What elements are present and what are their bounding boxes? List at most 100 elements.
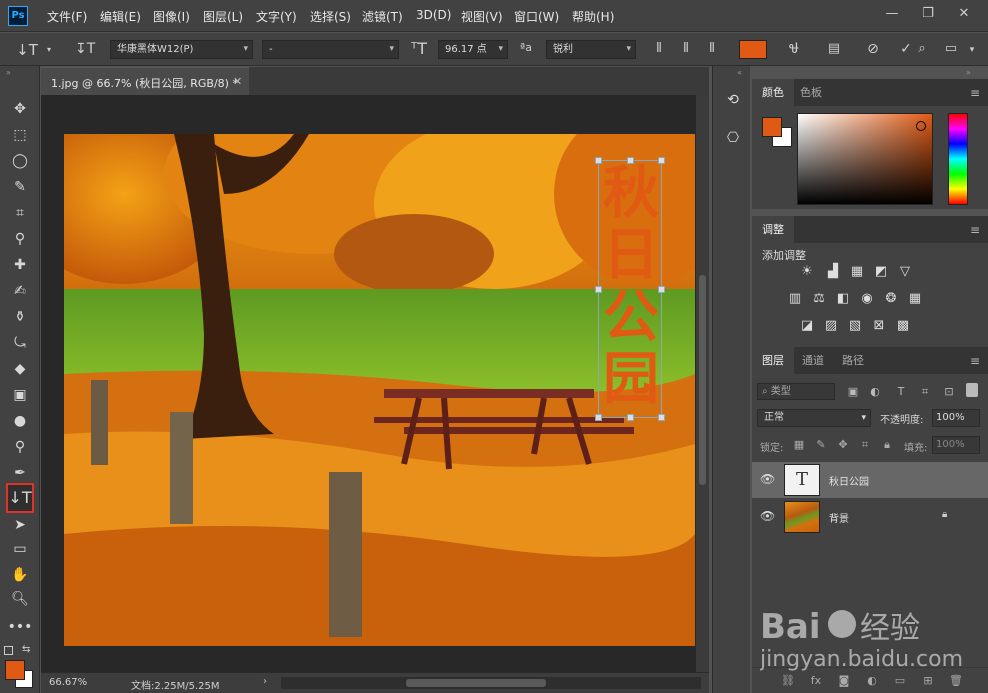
tab-adjustments[interactable]: 调整 bbox=[752, 216, 794, 243]
font-style-select[interactable]: - ▾ bbox=[262, 40, 399, 59]
chevron-down-icon[interactable]: ▾ bbox=[42, 45, 56, 54]
link-layers-icon[interactable]: ⛓ bbox=[780, 674, 796, 687]
levels-icon[interactable]: ▟ bbox=[824, 264, 842, 280]
text-bounding-box[interactable]: 秋 日 公 园 bbox=[595, 157, 665, 421]
filter-shape-icon[interactable]: ⌗ bbox=[916, 384, 934, 400]
eye-icon[interactable]: 👁︎ bbox=[760, 509, 776, 523]
commit-check-icon[interactable]: ✓ bbox=[897, 41, 915, 57]
pen-tool-icon[interactable]: ✒ bbox=[6, 462, 34, 484]
filter-adjustment-icon[interactable]: ◐ bbox=[866, 384, 884, 400]
vertical-type-tool-icon[interactable]: ↓T bbox=[6, 483, 34, 513]
cancel-icon[interactable]: ⊘ bbox=[864, 41, 882, 57]
filter-pixel-icon[interactable]: ▣ bbox=[844, 384, 862, 400]
clone-stamp-tool-icon[interactable]: ⚱ bbox=[6, 306, 34, 328]
properties-panel-icon[interactable]: ⎔ bbox=[723, 130, 743, 150]
channel-mixer-icon[interactable]: ❂ bbox=[882, 291, 900, 307]
menu-type[interactable]: 文字(Y) bbox=[256, 8, 297, 25]
marquee-tool-icon[interactable]: ⬚ bbox=[6, 124, 34, 146]
font-size-select[interactable]: 96.17 点 ▾ bbox=[438, 40, 508, 59]
chevron-right-icon[interactable]: › bbox=[263, 676, 267, 687]
transform-handle[interactable] bbox=[627, 414, 634, 421]
lock-pixels-icon[interactable]: ✎ bbox=[812, 437, 830, 453]
zoom-level[interactable]: 66.67% bbox=[49, 677, 87, 688]
zoom-tool-icon[interactable]: 🔍︎ bbox=[6, 588, 34, 610]
new-adjustment-icon[interactable]: ◐ bbox=[864, 674, 880, 687]
fill-input[interactable]: 100% bbox=[932, 436, 980, 454]
menu-edit[interactable]: 编辑(E) bbox=[100, 8, 141, 25]
workspace-icon[interactable]: ▭ bbox=[942, 41, 960, 56]
menu-3d[interactable]: 3D(D) bbox=[416, 8, 451, 22]
tab-channels[interactable]: 通道 bbox=[792, 347, 834, 374]
layer-name[interactable]: 背景 bbox=[829, 510, 849, 525]
gradient-map-icon[interactable]: ▩ bbox=[894, 318, 912, 334]
vertical-scrollbar[interactable] bbox=[696, 95, 709, 672]
filter-smart-object-icon[interactable]: ⊡ bbox=[940, 384, 958, 400]
layer-style-icon[interactable]: fx bbox=[808, 674, 824, 687]
autumn-park-photo[interactable]: 秋 日 公 园 bbox=[64, 134, 695, 646]
close-icon[interactable]: ✕ bbox=[950, 4, 978, 24]
collapse-icon[interactable]: » bbox=[966, 68, 971, 77]
color-balance-icon[interactable]: ⚖ bbox=[810, 291, 828, 307]
align-bottom-icon[interactable]: ⦀ bbox=[703, 41, 721, 56]
scrollbar-thumb[interactable] bbox=[406, 679, 546, 687]
lasso-tool-icon[interactable]: ◯ bbox=[6, 150, 34, 172]
delete-layer-icon[interactable]: 🗑︎ bbox=[948, 674, 964, 687]
hue-saturation-icon[interactable]: ▥ bbox=[786, 291, 804, 307]
search-icon[interactable]: ⌕ bbox=[914, 41, 930, 56]
crop-tool-icon[interactable]: ⌗ bbox=[6, 202, 34, 224]
brightness-contrast-icon[interactable]: ☀ bbox=[798, 264, 816, 280]
color-lookup-icon[interactable]: ▦ bbox=[906, 291, 924, 307]
align-center-icon[interactable]: ⦀ bbox=[677, 41, 695, 56]
blend-mode-select[interactable]: 正常 ▾ bbox=[757, 409, 871, 427]
eyedropper-tool-icon[interactable]: ⚲ bbox=[6, 228, 34, 250]
history-panel-icon[interactable]: ⟲ bbox=[723, 92, 743, 112]
eye-icon[interactable]: 👁︎ bbox=[760, 472, 776, 486]
menu-window[interactable]: 窗口(W) bbox=[514, 8, 559, 25]
panel-menu-icon[interactable]: ≡ bbox=[970, 86, 980, 100]
tab-color[interactable]: 颜色 bbox=[752, 79, 794, 106]
minimize-icon[interactable]: — bbox=[878, 4, 906, 24]
photo-filter-icon[interactable]: ◉ bbox=[858, 291, 876, 307]
restore-icon[interactable]: ❐ bbox=[914, 4, 942, 24]
posterize-icon[interactable]: ▨ bbox=[822, 318, 840, 334]
color-picker-field[interactable] bbox=[797, 113, 933, 205]
opacity-input[interactable]: 100% bbox=[932, 409, 980, 427]
filter-toggle[interactable] bbox=[966, 383, 978, 397]
brush-tool-icon[interactable]: ✍ bbox=[6, 280, 34, 302]
menu-layer[interactable]: 图层(L) bbox=[203, 8, 243, 25]
tab-swatches[interactable]: 色板 bbox=[790, 79, 832, 106]
lock-transparent-icon[interactable]: ▦ bbox=[790, 437, 808, 453]
menu-view[interactable]: 视图(V) bbox=[461, 8, 503, 25]
filter-type-icon[interactable]: T bbox=[892, 384, 910, 400]
exposure-icon[interactable]: ◩ bbox=[872, 264, 890, 280]
layer-name[interactable]: 秋日公园 bbox=[829, 473, 869, 488]
default-colors-icon[interactable] bbox=[4, 646, 13, 655]
curves-icon[interactable]: ▦ bbox=[848, 264, 866, 280]
transform-handle[interactable] bbox=[658, 286, 665, 293]
horizontal-scrollbar[interactable] bbox=[281, 677, 701, 689]
panel-menu-icon[interactable]: ≡ bbox=[970, 223, 980, 237]
hue-slider[interactable] bbox=[948, 113, 968, 205]
scrollbar-thumb[interactable] bbox=[699, 275, 706, 485]
transform-handle[interactable] bbox=[658, 414, 665, 421]
layer-row-text[interactable]: 👁︎ T 秋日公园 bbox=[752, 462, 988, 498]
add-mask-icon[interactable]: ◙ bbox=[836, 674, 852, 687]
antialias-select[interactable]: 锐利 ▾ bbox=[546, 40, 636, 59]
rectangle-tool-icon[interactable]: ▭ bbox=[6, 538, 34, 560]
threshold-icon[interactable]: ▧ bbox=[846, 318, 864, 334]
font-family-select[interactable]: 华康黑体W12(P) ▾ bbox=[110, 40, 253, 59]
transform-handle[interactable] bbox=[658, 157, 665, 164]
move-tool-icon[interactable]: ✥ bbox=[6, 98, 34, 120]
tab-layers[interactable]: 图层 bbox=[752, 347, 794, 374]
path-selection-tool-icon[interactable]: ➤ bbox=[6, 514, 34, 536]
vertical-text-layer[interactable]: 秋 日 公 园 bbox=[599, 163, 663, 411]
lock-position-icon[interactable]: ✥ bbox=[834, 437, 852, 453]
color-picker-cursor[interactable] bbox=[916, 121, 926, 131]
transform-handle[interactable] bbox=[595, 157, 602, 164]
more-tools-icon[interactable]: ••• bbox=[6, 616, 34, 638]
eraser-tool-icon[interactable]: ◆ bbox=[6, 358, 34, 380]
transform-handle[interactable] bbox=[595, 414, 602, 421]
transform-handle[interactable] bbox=[595, 286, 602, 293]
character-panel-icon[interactable]: ▤ bbox=[825, 41, 843, 56]
new-layer-icon[interactable]: ⊞ bbox=[920, 674, 936, 687]
